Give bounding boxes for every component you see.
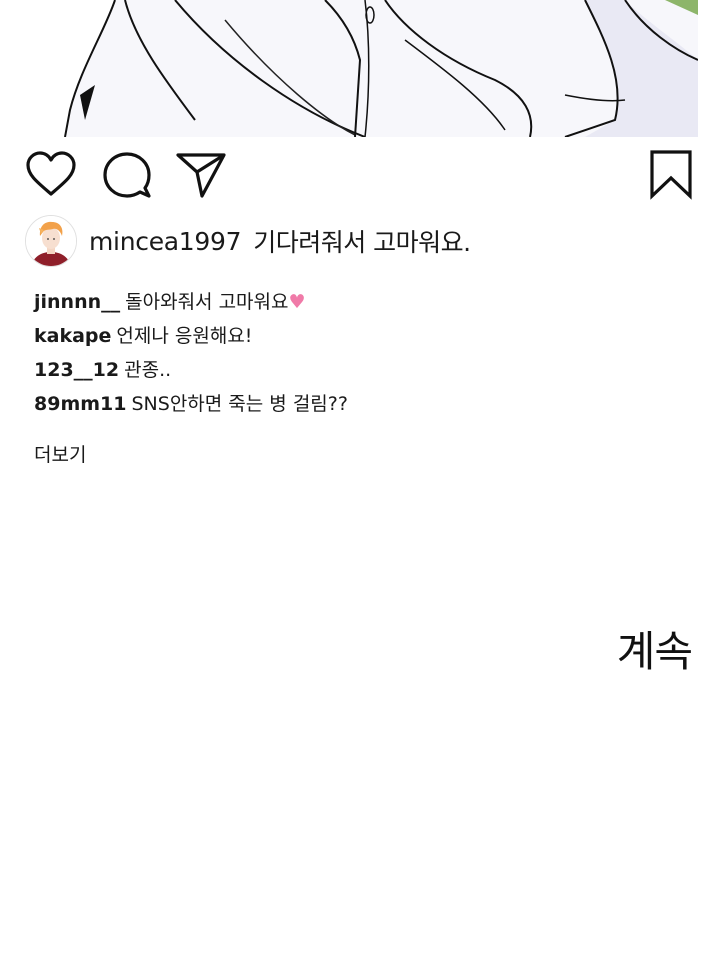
paper-plane-icon[interactable] bbox=[175, 150, 227, 200]
comment-item: 123__12 관종.. bbox=[34, 353, 348, 387]
comment-list: jinnnn__ 돌아와줘서 고마워요♥ kakape 언제나 응원해요! 123_… bbox=[34, 285, 348, 421]
bookmark-icon[interactable] bbox=[645, 150, 697, 200]
heart-outline-icon[interactable] bbox=[25, 150, 77, 200]
comment-text: 돌아와줘서 고마워요 bbox=[125, 291, 289, 313]
speech-bubble-icon[interactable] bbox=[101, 150, 153, 200]
caption-text: 기다려줘서 고마워요. bbox=[253, 228, 471, 257]
avatar[interactable] bbox=[25, 215, 77, 267]
comment-text: 언제나 응원해요! bbox=[116, 325, 253, 347]
post-caption: mincea1997 기다려줘서 고마워요. bbox=[25, 213, 471, 269]
comment-username[interactable]: 89mm11 bbox=[34, 393, 126, 415]
comment-item: jinnnn__ 돌아와줘서 고마워요♥ bbox=[34, 285, 348, 319]
view-more-link[interactable]: 더보기 bbox=[34, 440, 86, 467]
avatar-image bbox=[26, 216, 76, 266]
comment-username[interactable]: 123__12 bbox=[34, 359, 119, 381]
comment-item: kakape 언제나 응원해요! bbox=[34, 319, 348, 353]
comment-username[interactable]: kakape bbox=[34, 325, 111, 347]
post-image bbox=[25, 0, 698, 137]
comment-text: 관종.. bbox=[124, 359, 172, 381]
comment-item: 89mm11 SNS안하면 죽는 병 걸림?? bbox=[34, 387, 348, 421]
pink-heart-icon: ♥ bbox=[288, 291, 306, 313]
caption-username[interactable]: mincea1997 bbox=[89, 227, 242, 256]
post-illustration bbox=[25, 0, 698, 137]
comment-text: SNS안하면 죽는 병 걸림?? bbox=[131, 393, 348, 415]
continue-label: 계속 bbox=[616, 627, 693, 676]
comment-username[interactable]: jinnnn__ bbox=[34, 291, 120, 313]
post-action-bar bbox=[25, 150, 692, 200]
